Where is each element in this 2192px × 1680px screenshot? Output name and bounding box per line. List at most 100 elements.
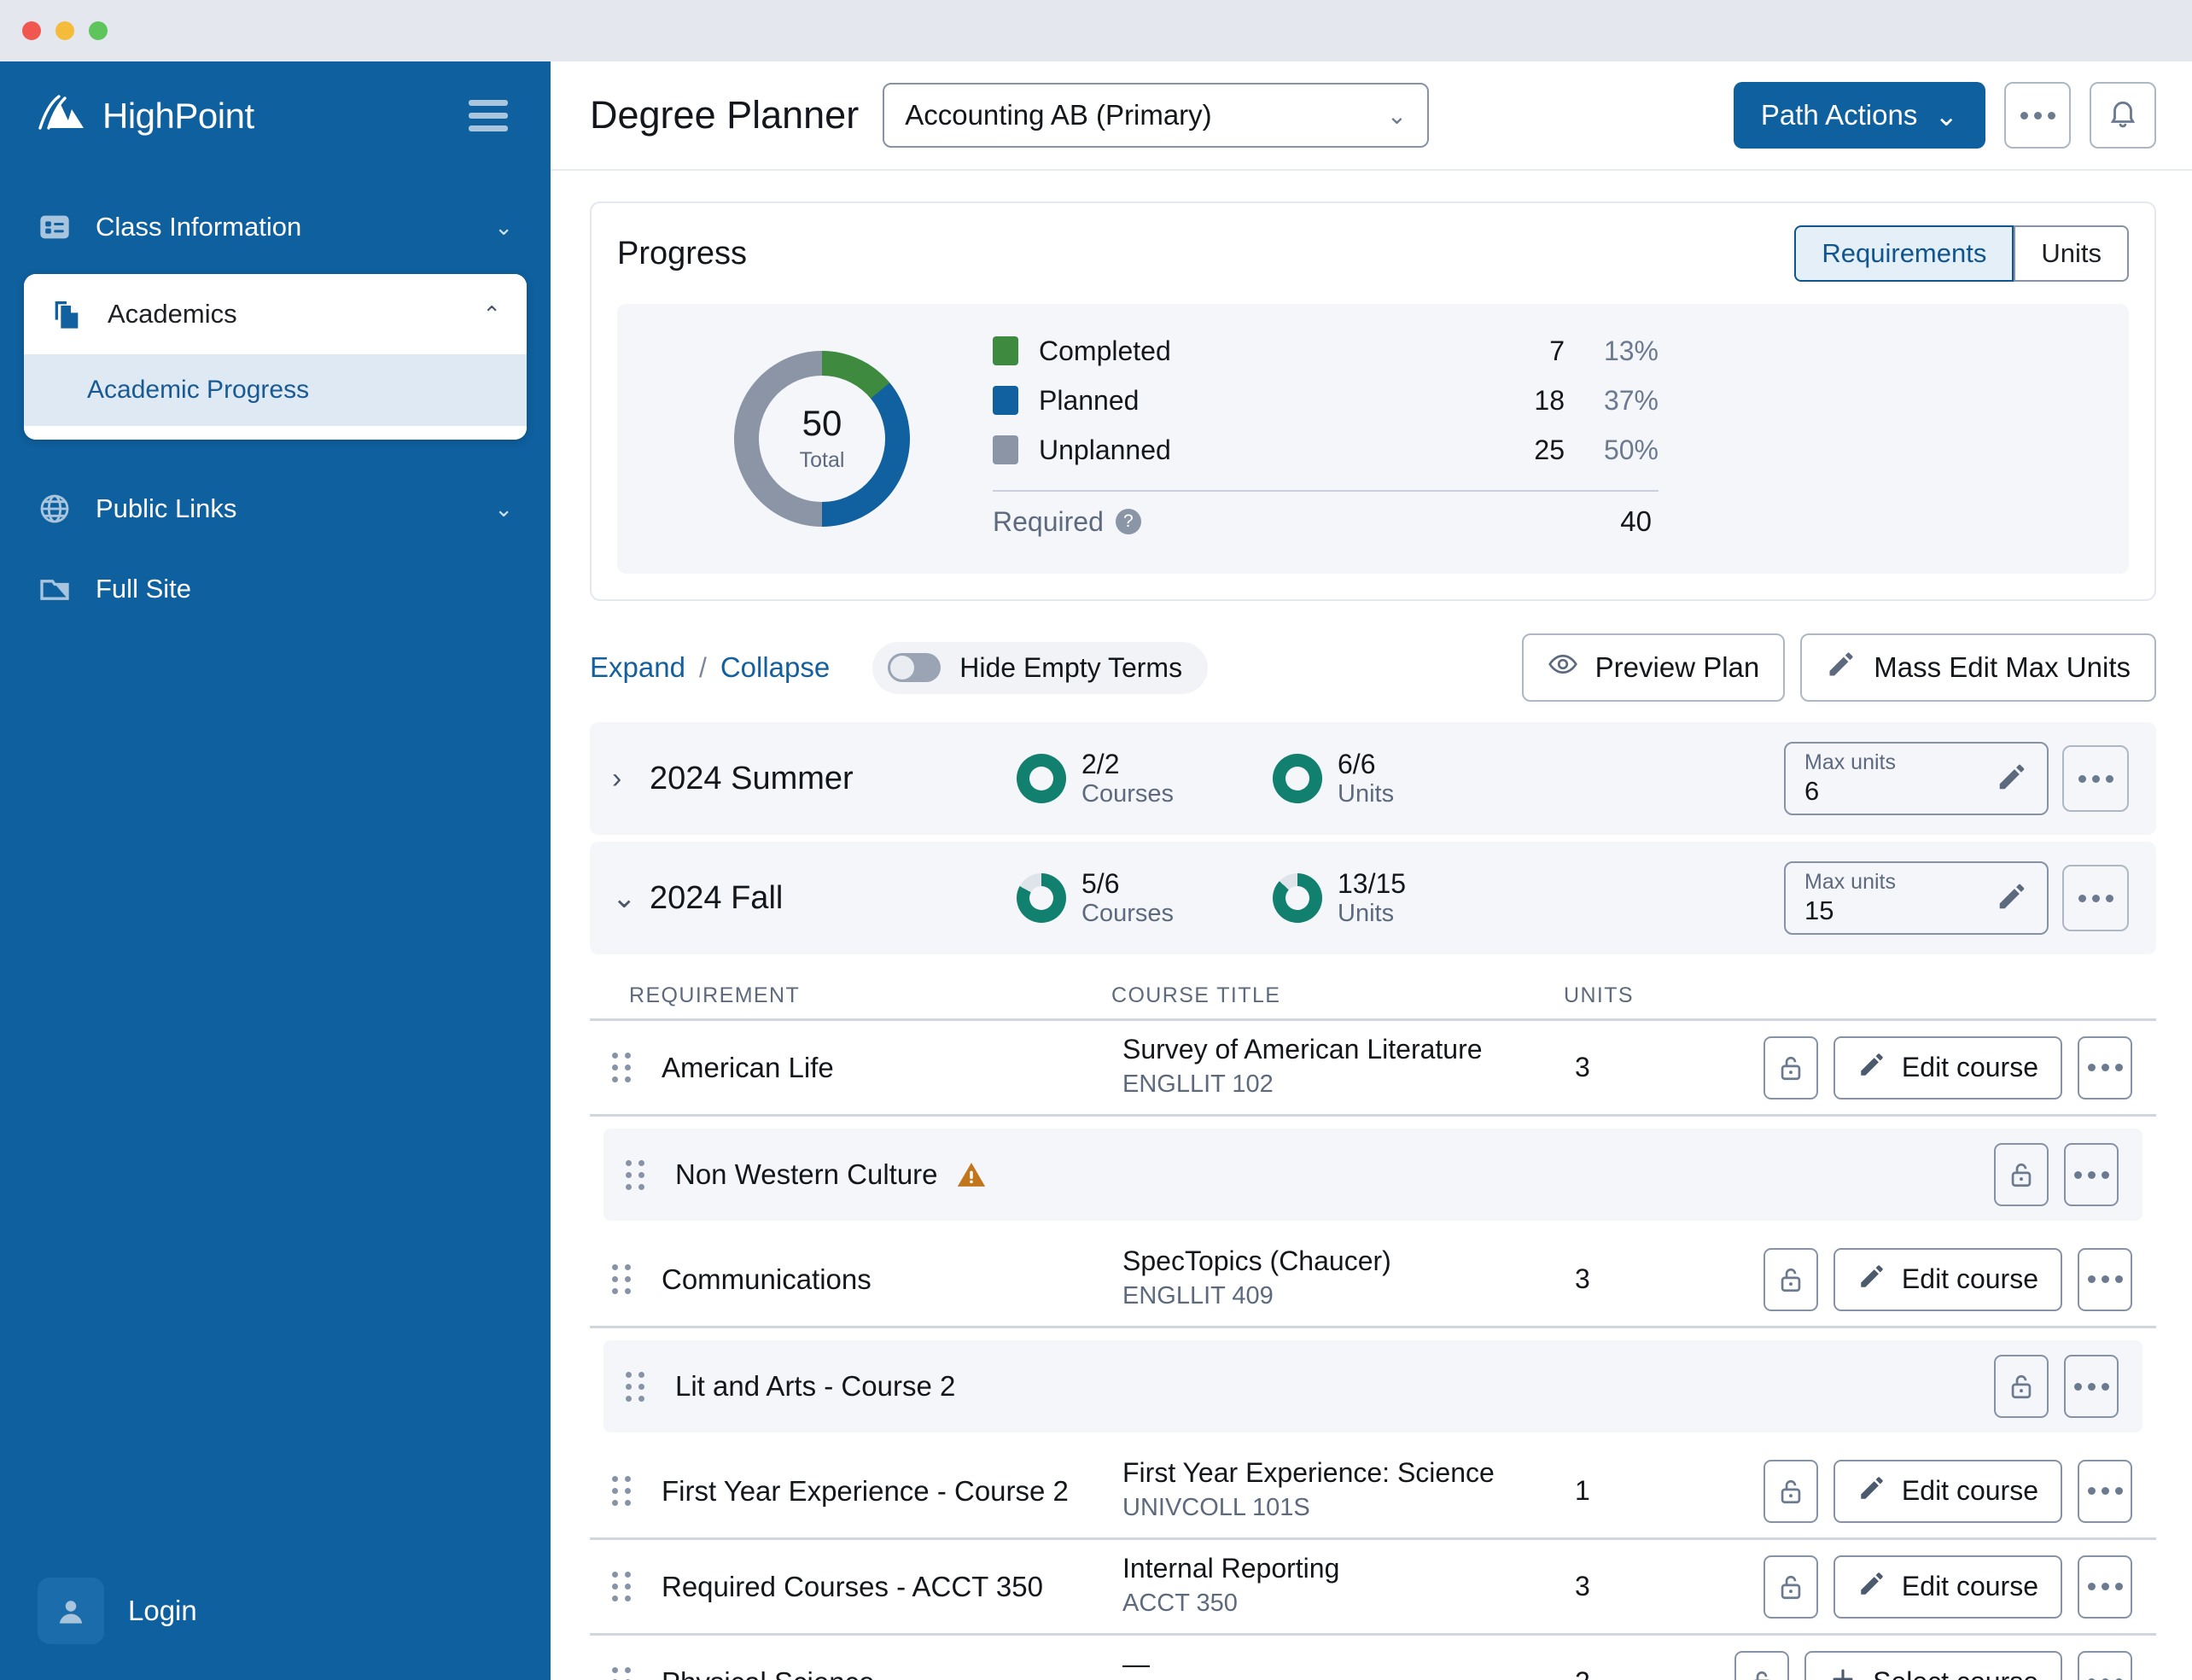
- row-units: 3: [1575, 1263, 1590, 1294]
- more-options-button[interactable]: [2004, 82, 2071, 149]
- row-more-options-button[interactable]: [2078, 1555, 2132, 1619]
- lock-toggle-button[interactable]: [1994, 1143, 2049, 1206]
- drag-handle[interactable]: [626, 1159, 655, 1190]
- row-course-title: SpecTopics (Chaucer): [1122, 1245, 1391, 1277]
- legend-swatch: [993, 386, 1018, 415]
- table-row[interactable]: Non Western Culture: [603, 1129, 2142, 1221]
- max-units-value: 6: [1804, 776, 1820, 807]
- term-more-options-button[interactable]: [2062, 865, 2129, 931]
- drag-handle[interactable]: [612, 1476, 641, 1506]
- edit-course-button[interactable]: Edit course: [1833, 1459, 2062, 1523]
- table-row[interactable]: Lit and Arts - Course 2: [603, 1340, 2142, 1432]
- sidebar-login[interactable]: Login: [0, 1578, 551, 1680]
- row-more-options-button[interactable]: [2064, 1143, 2119, 1206]
- drag-handle[interactable]: [612, 1264, 641, 1294]
- lock-toggle-button[interactable]: [1763, 1035, 1818, 1100]
- row-more-options-button[interactable]: [2078, 1247, 2132, 1311]
- row-action-label: Edit course: [1901, 1263, 2038, 1294]
- lock-toggle-button[interactable]: [1763, 1247, 1818, 1311]
- donut-total-value: 50: [802, 402, 842, 443]
- sidebar-item-label: Public Links: [96, 493, 237, 523]
- table-row[interactable]: Required Courses - ACCT 350 Internal Rep…: [590, 1540, 2156, 1636]
- legend-percent: 13%: [1603, 335, 1659, 366]
- ellipsis-icon: [2020, 111, 2055, 120]
- table-row[interactable]: American Life Survey of American Literat…: [590, 1021, 2156, 1117]
- window-minimize-button[interactable]: [55, 21, 74, 40]
- tab-requirements[interactable]: Requirements: [1794, 225, 2014, 282]
- drag-handle[interactable]: [612, 1667, 641, 1680]
- term-courses-label: Courses: [1081, 899, 1174, 927]
- toggle-switch[interactable]: [888, 653, 942, 682]
- max-units-field[interactable]: Max units 15: [1784, 861, 2049, 935]
- pencil-icon[interactable]: [1996, 880, 2028, 917]
- table-row[interactable]: First Year Experience - Course 2 First Y…: [590, 1444, 2156, 1540]
- sidebar-item-public-links[interactable]: Public Links ⌄: [0, 469, 551, 549]
- tab-units[interactable]: Units: [2014, 225, 2129, 282]
- progress-body: 50 Total Completed 7 13% Planned 18 37% …: [617, 304, 2129, 574]
- table-row[interactable]: Communications SpecTopics (Chaucer) ENGL…: [590, 1233, 2156, 1328]
- window-maximize-button[interactable]: [89, 21, 108, 40]
- pencil-icon[interactable]: [1996, 761, 2028, 797]
- question-icon[interactable]: ?: [1115, 509, 1141, 534]
- sidebar-item-full-site[interactable]: Full Site: [0, 549, 551, 629]
- select-course-button[interactable]: Select course: [1804, 1650, 2062, 1680]
- row-more-options-button[interactable]: [2078, 1650, 2132, 1680]
- path-actions-label: Path Actions: [1760, 99, 1918, 131]
- term-courses-stat: 5/6 Courses: [1017, 868, 1273, 928]
- plan-select[interactable]: Accounting AB (Primary) ⌄: [883, 83, 1430, 148]
- chevron-down-icon[interactable]: ⌄: [612, 881, 650, 915]
- row-more-options-button[interactable]: [2064, 1355, 2119, 1418]
- expand-link[interactable]: Expand: [590, 651, 685, 684]
- chevron-right-icon[interactable]: ›: [612, 762, 650, 796]
- sidebar-group-spacer: [24, 426, 527, 440]
- drag-handle[interactable]: [612, 1053, 641, 1082]
- row-course-code: ENGLLIT 409: [1122, 1282, 1274, 1310]
- row-requirement: Communications: [662, 1263, 872, 1295]
- term-more-options-button[interactable]: [2062, 745, 2129, 812]
- lock-toggle-button[interactable]: [1734, 1650, 1790, 1680]
- highpoint-logo-icon: [38, 94, 89, 137]
- lock-toggle-button[interactable]: [1763, 1555, 1818, 1619]
- chevron-down-icon: ⌄: [1386, 102, 1408, 129]
- lock-toggle-button[interactable]: [1763, 1459, 1818, 1523]
- row-more-options-button[interactable]: [2078, 1459, 2132, 1523]
- row-course-code: ENGLLIT 102: [1122, 1070, 1274, 1099]
- hide-empty-terms-label: Hide Empty Terms: [959, 651, 1183, 683]
- ellipsis-icon: [2078, 894, 2113, 902]
- sidebar-item-academic-progress[interactable]: Academic Progress: [24, 354, 527, 426]
- course-table-header: REQUIREMENT COURSE TITLE UNITS: [590, 961, 2156, 1021]
- hide-empty-terms-toggle[interactable]: Hide Empty Terms: [872, 641, 1209, 694]
- table-row[interactable]: Physical Science — — 2 Select course: [590, 1636, 2156, 1680]
- preview-plan-button[interactable]: Preview Plan: [1521, 633, 1786, 702]
- sidebar-item-academics[interactable]: Academics ⌃: [24, 274, 527, 354]
- sidebar-item-class-information[interactable]: Class Information ⌄: [0, 187, 551, 267]
- term-row[interactable]: › 2024 Summer 2/2 Courses 6/6 Units Max …: [590, 722, 2156, 835]
- edit-course-button[interactable]: Edit course: [1833, 1247, 2062, 1311]
- sidebar-group-academics: Academics ⌃ Academic Progress: [24, 274, 527, 440]
- term-units-label: Units: [1338, 779, 1395, 808]
- sidebar-subitem-label: Academic Progress: [87, 376, 310, 404]
- toolbar-separator: /: [698, 651, 707, 683]
- row-requirement: Required Courses - ACCT 350: [662, 1570, 1043, 1602]
- term-units-value: 6/6: [1338, 748, 1376, 779]
- max-units-field[interactable]: Max units 6: [1784, 742, 2049, 815]
- edit-course-button[interactable]: Edit course: [1833, 1035, 2062, 1100]
- mass-edit-max-units-button[interactable]: Mass Edit Max Units: [1800, 633, 2156, 702]
- row-more-options-button[interactable]: [2078, 1035, 2132, 1100]
- term-units-stat: 6/6 Units: [1273, 749, 1529, 808]
- drag-handle[interactable]: [626, 1371, 655, 1402]
- lock-toggle-button[interactable]: [1994, 1355, 2049, 1418]
- term-units-stat: 13/15 Units: [1273, 868, 1529, 928]
- legend-swatch: [993, 435, 1018, 464]
- hamburger-icon[interactable]: [463, 95, 513, 137]
- notifications-button[interactable]: [2090, 82, 2156, 149]
- path-actions-button[interactable]: Path Actions ⌄: [1733, 82, 1985, 149]
- term-courses-value: 5/6: [1081, 867, 1120, 899]
- window-close-button[interactable]: [22, 21, 41, 40]
- collapse-link[interactable]: Collapse: [720, 651, 830, 684]
- drag-handle[interactable]: [612, 1572, 641, 1601]
- term-units-label: Units: [1338, 899, 1395, 927]
- term-row[interactable]: ⌄ 2024 Fall 5/6 Courses 13/15 Units Max …: [590, 842, 2156, 954]
- edit-course-button[interactable]: Edit course: [1833, 1555, 2062, 1619]
- content-area: Progress Requirements Units 50 Total Com…: [551, 171, 2192, 1680]
